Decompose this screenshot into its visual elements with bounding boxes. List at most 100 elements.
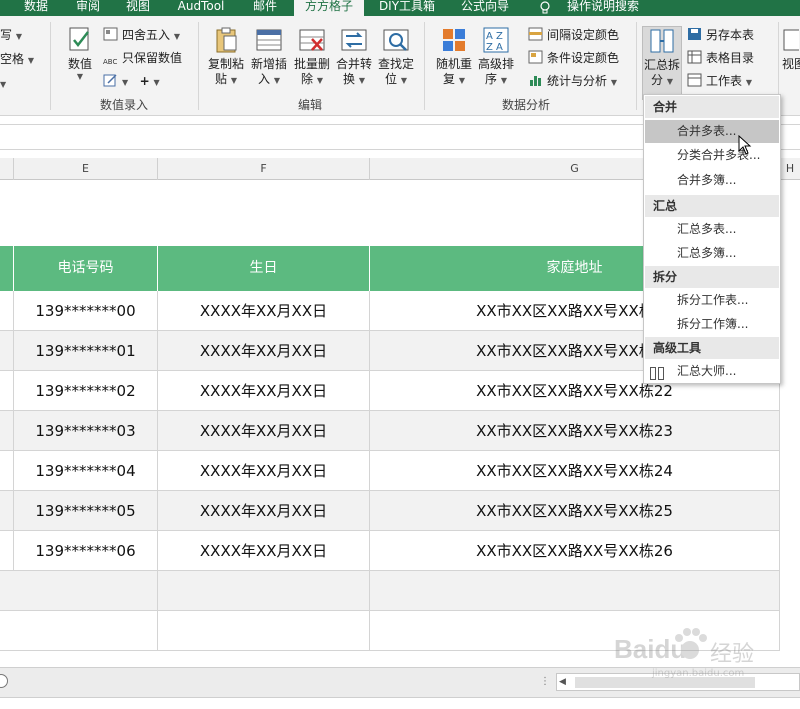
add-sheet-icon[interactable] [0,674,8,688]
more-options-icon[interactable]: ⋮ [540,676,550,690]
summary-split-button[interactable]: 汇总拆 分 ▼ [642,26,682,100]
ribbon-tab-bar: 数据 审阅 视图 AudTool 邮件 方方格子 DIY工具箱 公式向导 操作说… [0,0,800,16]
find-locate-button[interactable]: 查找定 位 ▼ [376,26,416,100]
save-icon [687,27,702,41]
table-cell-phone[interactable]: 139*******00 [14,291,158,331]
table-index-button[interactable]: 表格目录 [687,49,754,67]
round-button[interactable]: 四舍五入 ▼ [103,26,180,44]
table-cell-birthday[interactable]: XXXX年XX月XX日 [158,491,370,531]
table-cell-address[interactable]: XX市XX区XX路XX号XX栋26 [370,531,780,571]
find-icon [382,26,410,54]
menu-item-split-workbook[interactable]: 拆分工作簿... [645,313,779,336]
empty-row[interactable] [0,571,780,611]
baidu-jingyan-watermark: Baidu 经验 jingyan.baidu.com [612,620,782,680]
table-cell-partial[interactable] [0,411,14,451]
plus-icon[interactable]: + [140,74,150,88]
menu-item-summary-multi-books[interactable]: 汇总多簿... [645,242,779,265]
value-button[interactable]: 数值 ▼ [60,26,100,100]
header-cell-phone[interactable]: 电话号码 [14,246,158,291]
edit-mini-button[interactable]: ▼ + ▼ [103,72,160,90]
lightbulb-icon [538,0,552,14]
insert-button[interactable]: 新增插 入 ▼ [249,26,289,100]
column-header-partial[interactable] [0,158,14,180]
summary-split-dropdown: 合并 合并多表... 分类合并多表... 合并多簿... 汇总 汇总多表... … [643,94,781,384]
ribbon-separator [198,22,199,110]
header-cell-partial[interactable] [0,246,14,291]
table-cell-phone[interactable]: 139*******01 [14,331,158,371]
menu-section-merge: 合并 [645,96,779,118]
tab-formula-wizard[interactable]: 公式向导 [452,0,518,16]
menu-item-merge-multi-tables[interactable]: 合并多表... [645,120,779,143]
table-cell-partial[interactable] [0,331,14,371]
table-cell-partial[interactable] [0,371,14,411]
watermark-cn: 经验 [710,642,755,667]
stats-icon [528,73,543,87]
menu-section-summary: 汇总 [645,195,779,217]
copy-paste-button[interactable]: 复制粘 贴 ▼ [206,26,246,100]
table-cell-birthday[interactable]: XXXX年XX月XX日 [158,531,370,571]
table-cell-phone[interactable]: 139*******04 [14,451,158,491]
sort-az-icon: A ZZ A [482,26,510,54]
table-cell-birthday[interactable]: XXXX年XX月XX日 [158,451,370,491]
tab-mail[interactable]: 邮件 [244,0,286,16]
save-sheet-button[interactable]: 另存本表 [687,26,754,44]
table-cell-address[interactable]: XX市XX区XX路XX号XX栋23 [370,411,780,451]
table-cell-phone[interactable]: 139*******06 [14,531,158,571]
table-cell-birthday[interactable]: XXXX年XX月XX日 [158,331,370,371]
menu-item-summary-master[interactable]: 汇总大师... [645,360,779,383]
svg-text:Z A: Z A [486,42,503,53]
group-label-value-entry: 数值录入 [100,98,149,112]
scroll-left-icon[interactable]: ◀ [559,676,571,688]
ribbon-cut-item-1[interactable]: 写 ▼ [0,26,22,44]
table-cell-partial[interactable] [0,291,14,331]
ribbon-separator [424,22,425,110]
table-cell-address[interactable]: XX市XX区XX路XX号XX栋25 [370,491,780,531]
edit-icon [103,73,118,87]
clipboard-icon [212,26,240,54]
column-header-f[interactable]: F [158,158,370,180]
interval-color-icon [528,27,543,41]
advanced-sort-button[interactable]: A ZZ A 高级排 序 ▼ [476,26,516,100]
stats-analysis-button[interactable]: 统计与分析 ▼ [528,72,617,90]
mouse-cursor-icon [738,134,752,155]
grid-line [157,571,158,651]
view-cut-button[interactable]: 视图 [782,26,800,100]
merge-convert-button[interactable]: 合并转 换 ▼ [334,26,374,100]
table-cell-partial[interactable] [0,491,14,531]
menu-item-classify-merge[interactable]: 分类合并多表... [645,144,779,167]
tab-view[interactable]: 视图 [118,0,158,16]
tell-me-search[interactable]: 操作说明搜索 [558,0,648,16]
keep-values-button[interactable]: ABC 只保留数值 [103,49,182,67]
tab-review[interactable]: 审阅 [68,0,108,16]
merge-convert-icon [340,26,368,54]
ribbon-separator [50,22,51,110]
column-header-e[interactable]: E [14,158,158,180]
tab-data[interactable]: 数据 [14,0,58,16]
table-cell-phone[interactable]: 139*******03 [14,411,158,451]
menu-item-split-worksheet[interactable]: 拆分工作表... [645,289,779,312]
worksheet-button[interactable]: 工作表 ▼ [687,72,752,90]
menu-section-advanced: 高级工具 [645,337,779,359]
conditional-color-button[interactable]: 条件设定颜色 [528,49,619,67]
table-cell-partial[interactable] [0,531,14,571]
table-cell-address[interactable]: XX市XX区XX路XX号XX栋24 [370,451,780,491]
conditional-color-icon [528,50,543,64]
table-cell-birthday[interactable]: XXXX年XX月XX日 [158,291,370,331]
table-cell-birthday[interactable]: XXXX年XX月XX日 [158,371,370,411]
table-cell-birthday[interactable]: XXXX年XX月XX日 [158,411,370,451]
menu-item-summary-multi-tables[interactable]: 汇总多表... [645,218,779,241]
tab-diy-toolbox[interactable]: DIY工具箱 [372,0,442,16]
header-cell-birthday[interactable]: 生日 [158,246,370,291]
ribbon-cut-item-2[interactable]: 空格 ▼ [0,50,34,68]
table-cell-phone[interactable]: 139*******05 [14,491,158,531]
tab-fangfang[interactable]: 方方格子 [294,0,364,16]
ribbon-cut-item-3[interactable]: ▼ [0,74,6,92]
table-cell-phone[interactable]: 139*******02 [14,371,158,411]
interval-color-button[interactable]: 间隔设定颜色 [528,26,619,44]
batch-delete-button[interactable]: 批量删 除 ▼ [292,26,332,100]
tab-audtool[interactable]: AudTool [170,0,232,16]
random-repeat-button[interactable]: 随机重 复 ▼ [434,26,474,100]
column-header-h[interactable]: H [780,158,800,180]
table-cell-partial[interactable] [0,451,14,491]
menu-item-merge-multi-books[interactable]: 合并多簿... [645,169,779,192]
